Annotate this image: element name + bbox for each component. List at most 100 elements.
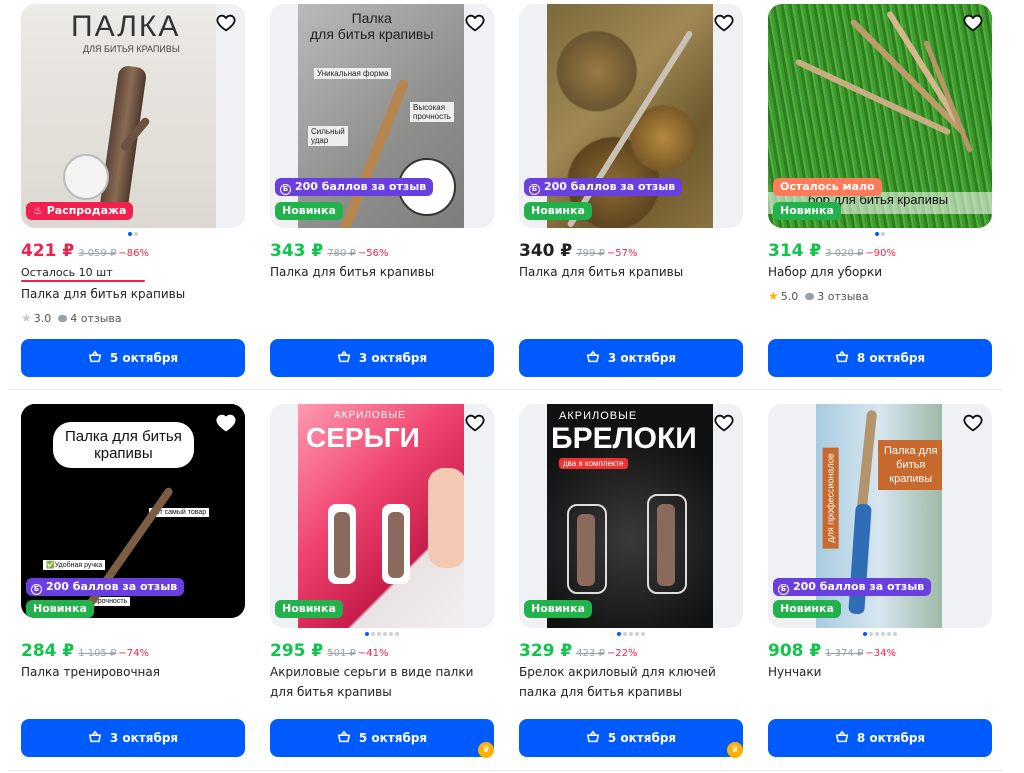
image-subtitle: АКРИЛОВЫЕ <box>559 410 638 422</box>
row-divider <box>8 389 1002 390</box>
product-title[interactable]: Палка для битья крапивы <box>270 262 494 282</box>
image-headline: Палка для битья крапивы <box>310 10 434 42</box>
discount: −41% <box>357 648 389 659</box>
points-badge: Б 200 баллов за отзыв <box>26 578 185 596</box>
new-badge: Новинка <box>275 202 343 220</box>
reviews-icon <box>805 293 815 300</box>
product-title[interactable]: Палка для битья крапивы <box>21 284 245 304</box>
price-row: 421 ₽3 059 ₽ −86% <box>21 241 149 263</box>
favorite-icon[interactable] <box>215 12 237 34</box>
old-price: 423 ₽ <box>576 648 605 659</box>
image-label: Уникальная форма <box>314 68 392 79</box>
product-image[interactable]: АКРИЛОВЫЕ БРЕЛОКИ два в комплекте Новинк… <box>519 404 743 628</box>
old-price: 780 ₽ <box>327 248 356 259</box>
old-price: 799 ₽ <box>576 248 605 259</box>
discount: −74% <box>118 648 150 659</box>
image-label: Сильный удар <box>308 126 348 146</box>
favorite-icon[interactable] <box>962 412 984 434</box>
delivery-button[interactable]: 5 октября <box>270 719 494 757</box>
delivery-button[interactable]: 3 октября <box>270 339 494 377</box>
stock-left: Осталось 10 шт <box>21 266 113 279</box>
delivery-button[interactable]: 3 октября <box>519 339 743 377</box>
product-image[interactable]: Палка для битья крапивы Уникальная форма… <box>270 4 494 228</box>
product-title[interactable]: Брелок акриловый для ключей палка для би… <box>519 662 743 702</box>
discount: −22% <box>606 648 638 659</box>
delivery-button[interactable]: 5 октября <box>21 339 245 377</box>
image-tag: два в комплекте <box>559 458 628 469</box>
favorite-icon[interactable] <box>464 412 486 434</box>
image-headline: ПАЛКА <box>71 10 181 43</box>
favorite-icon[interactable] <box>215 412 237 434</box>
discount: −56% <box>357 248 389 259</box>
price-row: 314 ₽3 020 ₽ −90% <box>768 241 896 263</box>
cart-icon <box>835 730 849 743</box>
favorite-icon[interactable] <box>713 12 735 34</box>
price-row: 284 ₽1 105 ₽ −74% <box>21 641 149 663</box>
cart-icon <box>337 730 351 743</box>
image-pager <box>768 232 992 238</box>
price: 295 ₽ <box>270 641 324 661</box>
new-badge: Новинка <box>524 600 592 618</box>
image-pager <box>768 632 992 638</box>
product-title[interactable]: Набор для уборки <box>768 262 992 282</box>
price-row: 343 ₽780 ₽ −56% <box>270 241 388 263</box>
cart-icon <box>88 730 102 743</box>
image-label: Высокая прочность <box>410 102 454 122</box>
new-badge: Новинка <box>26 600 94 618</box>
product-image[interactable]: Б 200 баллов за отзыв Новинка <box>519 4 743 228</box>
price: 908 ₽ <box>768 641 822 661</box>
discount: −57% <box>606 248 638 259</box>
product-title[interactable]: Нунчаки <box>768 662 992 682</box>
image-headline: СЕРЬГИ <box>306 422 420 453</box>
old-price: 501 ₽ <box>327 648 356 659</box>
cart-icon <box>586 350 600 363</box>
image-side-label: для профессионалов <box>822 447 839 549</box>
points-badge: Б 200 баллов за отзыв <box>275 178 434 196</box>
price-row: 295 ₽501 ₽ −41% <box>270 641 388 663</box>
delivery-button[interactable]: 5 октября <box>519 719 743 757</box>
new-badge: Новинка <box>773 600 841 618</box>
price: 329 ₽ <box>519 641 573 661</box>
product-image[interactable]: ПАЛКА ДЛЯ БИТЬЯ КРАПИВЫ ♨ Распродажа <box>21 4 245 228</box>
new-badge: Новинка <box>275 600 343 618</box>
favorite-icon[interactable] <box>713 412 735 434</box>
price-row: 908 ₽1 374 ₽ −34% <box>768 641 896 663</box>
crown-icon: ♛ <box>727 742 743 758</box>
price-row: 329 ₽423 ₽ −22% <box>519 641 637 663</box>
discount: −34% <box>865 648 897 659</box>
crown-icon: ♛ <box>478 742 494 758</box>
product-image[interactable]: Палка для битья крапивы Тот самый товар … <box>21 404 245 618</box>
sale-badge: ♨ Распродажа <box>26 202 134 220</box>
rating: ★ 5.0 3 отзыва <box>768 289 869 303</box>
favorite-icon[interactable] <box>962 12 984 34</box>
image-pager <box>270 632 494 638</box>
price-row: 340 ₽799 ₽ −57% <box>519 241 637 263</box>
product-image[interactable]: Палка для битья крапивы для профессионал… <box>768 404 992 628</box>
image-pager <box>21 232 245 238</box>
product-title[interactable]: Акриловые серьги в виде палки для битья … <box>270 662 494 702</box>
row-divider <box>8 770 1002 771</box>
image-headline: БРЕЛОКИ <box>551 422 697 455</box>
image-label: ✅Удобная ручка <box>43 560 106 570</box>
price: 343 ₽ <box>270 241 324 261</box>
new-badge: Новинка <box>524 202 592 220</box>
low-stock-badge: Осталось мало <box>773 178 882 196</box>
points-badge: Б 200 баллов за отзыв <box>524 178 683 196</box>
price: 421 ₽ <box>21 241 75 261</box>
product-title[interactable]: Палка тренировочная <box>21 662 245 682</box>
price: 284 ₽ <box>21 641 75 661</box>
delivery-button[interactable]: 3 октября <box>21 719 245 757</box>
old-price: 3 020 ₽ <box>825 248 864 259</box>
product-image[interactable]: АКРИЛОВЫЕ СЕРЬГИ Новинка <box>270 404 494 628</box>
product-image[interactable]: бор для битья крапивы Осталось мало Нови… <box>768 4 992 228</box>
favorite-icon[interactable] <box>464 12 486 34</box>
cart-icon <box>835 350 849 363</box>
price: 314 ₽ <box>768 241 822 261</box>
delivery-button[interactable]: 8 октября <box>768 719 992 757</box>
points-badge: Б 200 баллов за отзыв <box>773 578 932 596</box>
image-pager <box>519 632 743 638</box>
image-headline: Палка для битья крапивы <box>53 422 194 468</box>
delivery-button[interactable]: 8 октября <box>768 339 992 377</box>
product-title[interactable]: Палка для битья крапивы <box>519 262 743 282</box>
image-subtitle: ДЛЯ БИТЬЯ КРАПИВЫ <box>83 44 180 54</box>
